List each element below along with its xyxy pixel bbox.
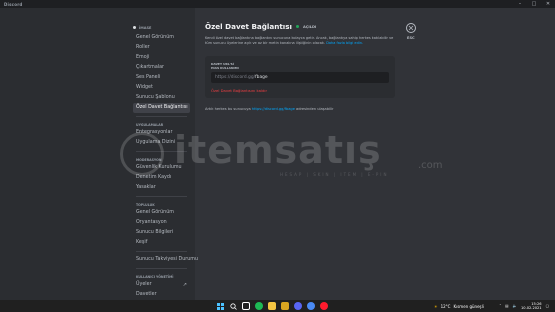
sidebar-item-discovery[interactable]: Keşif [133, 238, 193, 248]
window-controls: – □ ✕ [513, 0, 555, 8]
sidebar-item-vanity-url[interactable]: Özel Davet Bağlantısı [133, 103, 190, 113]
browser-icon[interactable] [307, 302, 315, 310]
task-view-icon[interactable] [242, 302, 250, 310]
sidebar-item-audit-log[interactable]: Denetim Kaydı [133, 173, 193, 183]
url-code: fbage [255, 75, 268, 80]
sidebar-item-app-directory[interactable]: Uygulama Dizini [133, 138, 193, 148]
page-description: Kendi özel davet bağlantına bağlantını s… [205, 36, 395, 46]
weather-temp: 12°C [440, 303, 451, 309]
settings-nav: İMASE Genel Görünüm Roller Emoji Çıkartm… [133, 24, 198, 300]
app-title: Discord [4, 1, 23, 7]
page-title: Özel Davet Bağlantısı [205, 22, 292, 31]
window-titlebar: Discord – □ ✕ [0, 0, 555, 8]
discord-icon[interactable] [294, 302, 302, 310]
invite-url-label: DAVET URL'Sİ HIAS KULLANIMI [211, 62, 239, 71]
folder-icon[interactable] [281, 302, 289, 310]
weather-widget[interactable]: ☀ 12°C Kısmen güneşli [434, 300, 484, 312]
search-icon[interactable] [229, 302, 237, 310]
divider [136, 196, 187, 197]
notification-icon[interactable]: ▢ [546, 304, 549, 308]
sidebar-item-widget[interactable]: Widget [133, 83, 193, 93]
esc-label: ESC [407, 36, 415, 40]
weather-text: Kısmen güneşli [453, 303, 484, 309]
sidebar-item-server-template[interactable]: Sunucu Şablonu [133, 93, 193, 103]
remove-vanity-url-link[interactable]: Özel Davet Bağlantısını kaldır [211, 88, 267, 93]
divider [136, 151, 187, 152]
divider [136, 116, 187, 117]
invite-note: Artık herkes bu sunucuya https://discord… [205, 107, 445, 111]
watermark-tagline: HESAP | SKIN | ITEM | E-PIN [280, 172, 389, 177]
invite-url-link[interactable]: https://discord.gg/fbage [252, 107, 295, 111]
sidebar-item-community-overview[interactable]: Genel Görünüm [133, 208, 193, 218]
status-dot-icon [296, 25, 299, 28]
invite-url-label-line: HIAS KULLANIMI [211, 66, 239, 71]
invite-note-prefix: Artık herkes bu sunucuya [205, 107, 252, 111]
invite-url-card: DAVET URL'Sİ HIAS KULLANIMI https://disc… [205, 56, 395, 98]
sidebar-item-soundboard[interactable]: Ses Paneli [133, 73, 193, 83]
volume-icon[interactable]: 🔈 [513, 304, 517, 308]
sidebar-item-emoji[interactable]: Emoji [133, 53, 193, 63]
spotify-icon[interactable] [255, 302, 263, 310]
taskbar-apps [216, 300, 328, 312]
status-badge: AÇILDI [303, 24, 317, 29]
description-text: Kendi özel davet bağlantına bağlantını s… [205, 36, 394, 45]
windows-taskbar: ☀ 12°C Kısmen güneşli ˄ ▤ 🔈 15:26 10.02.… [0, 300, 555, 312]
opera-icon[interactable] [320, 302, 328, 310]
divider [136, 251, 187, 252]
system-tray: ˄ ▤ 🔈 15:26 10.02.2021 ▢ [499, 300, 549, 312]
sidebar-item-onboarding[interactable]: Oryantasyon [133, 218, 193, 228]
sidebar-item-stickers[interactable]: Çıkartmalar [133, 63, 193, 73]
server-header: İMASE [133, 24, 193, 31]
watermark-domain: .com [418, 160, 443, 171]
sidebar-item-members[interactable]: Üyeler ↗ [133, 280, 193, 290]
sidebar-item-label: Üyeler [136, 282, 152, 287]
sidebar-item-bans[interactable]: Yasaklar [133, 183, 193, 193]
close-settings-button[interactable] [406, 23, 416, 33]
close-icon [408, 25, 414, 31]
clock-date: 10.02.2021 [521, 306, 542, 310]
sidebar-item-server-insights[interactable]: Sunucu Bilgileri [133, 228, 193, 238]
external-link-icon: ↗ [182, 282, 187, 288]
sidebar-item-safety-setup[interactable]: Güvenlik Kurulumu [133, 163, 193, 173]
divider [136, 268, 187, 269]
sidebar-item-roles[interactable]: Roller [133, 43, 193, 53]
sidebar-item-invites[interactable]: Davetler [133, 290, 193, 300]
settings-sidebar: İMASE Genel Görünüm Roller Emoji Çıkartm… [0, 8, 198, 300]
sidebar-item-integrations[interactable]: Entegrasyonlar [133, 128, 193, 138]
learn-more-link[interactable]: Daha fazla bilgi edin. [326, 41, 363, 45]
close-window-button[interactable]: ✕ [541, 0, 555, 8]
sidebar-item-overview[interactable]: Genel Görünüm [133, 33, 193, 43]
tray-chevron-icon[interactable]: ˄ [499, 304, 501, 308]
file-explorer-icon[interactable] [268, 302, 276, 310]
url-prefix: https://discord.gg/ [215, 75, 256, 80]
maximize-button[interactable]: □ [527, 0, 541, 8]
network-icon[interactable]: ▤ [505, 304, 508, 308]
server-name: İMASE [139, 25, 152, 30]
weather-icon: ☀ [434, 303, 438, 309]
invite-note-suffix: adresinden ulaşabilir [294, 107, 334, 111]
minimize-button[interactable]: – [513, 0, 527, 8]
sidebar-item-boost-status[interactable]: Sunucu Takviyesi Durumu [133, 255, 198, 265]
watermark-brand: itemsatış [174, 128, 382, 172]
server-dot-icon [133, 26, 136, 29]
invite-url-input[interactable]: https://discord.gg/fbage [211, 72, 389, 83]
clock[interactable]: 15:26 10.02.2021 [521, 302, 542, 310]
windows-start-icon[interactable] [216, 302, 224, 310]
